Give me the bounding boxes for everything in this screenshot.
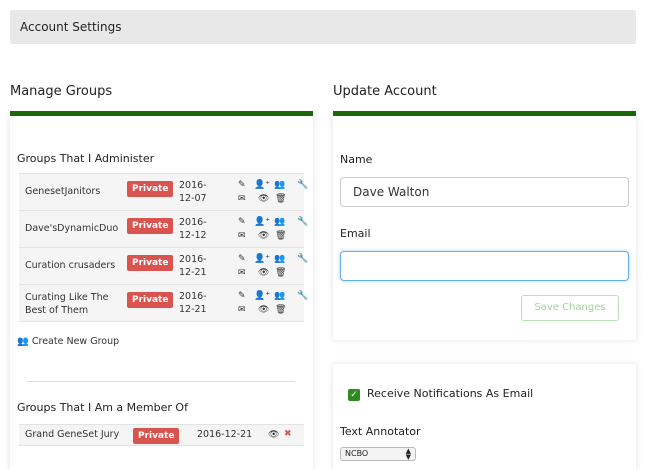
trash-icon[interactable]: 🗑 bbox=[275, 268, 286, 278]
table-row: Curating Like The Best of Them Private 20… bbox=[19, 285, 308, 322]
add-user-icon[interactable]: 👤⁺ bbox=[254, 217, 270, 227]
edit-icon[interactable]: ✎ bbox=[238, 217, 246, 227]
group-name[interactable]: GenesetJanitors bbox=[25, 185, 125, 198]
notifications-checkbox[interactable]: ✓ bbox=[348, 389, 360, 401]
table-row: Curation crusaders Private 2016- 12-21 ✎ … bbox=[19, 248, 308, 285]
status-badge: Private bbox=[127, 255, 174, 271]
group-date: 2016- 12-12 bbox=[179, 217, 207, 241]
envelope-icon[interactable]: ✉ bbox=[238, 305, 246, 315]
page-title: Account Settings bbox=[20, 20, 122, 34]
manage-groups-title: Manage Groups bbox=[10, 84, 113, 99]
email-field[interactable] bbox=[340, 251, 629, 281]
envelope-icon[interactable]: ✉ bbox=[238, 231, 246, 241]
group-date: 2016- 12-07 bbox=[179, 180, 207, 204]
envelope-icon[interactable]: ✉ bbox=[238, 194, 246, 204]
eye-icon[interactable]: 👁 bbox=[258, 231, 269, 241]
trash-icon[interactable]: 🗑 bbox=[275, 305, 286, 315]
row-actions: ✎ 👤⁺ 👥 🔧 ✉ 👁 🗑 bbox=[219, 289, 308, 319]
table-row: Grand GeneSet Jury Private 2016-12-21 👁 … bbox=[19, 425, 304, 445]
text-annotator-select[interactable]: NCBO ▲ ▼ bbox=[340, 447, 416, 461]
add-user-icon[interactable]: 👤⁺ bbox=[254, 291, 270, 301]
wrench-icon[interactable]: 🔧 bbox=[297, 217, 308, 227]
add-user-icon[interactable]: 👤⁺ bbox=[254, 254, 270, 264]
section-divider bbox=[27, 381, 295, 382]
update-account-title: Update Account bbox=[333, 84, 437, 99]
trash-icon[interactable]: 🗑 bbox=[275, 231, 286, 241]
eye-icon[interactable]: 👁 bbox=[258, 305, 269, 315]
edit-icon[interactable]: ✎ bbox=[238, 180, 246, 190]
create-new-group-label: Create New Group bbox=[31, 336, 120, 347]
table-row: Dave'sDynamicDuo Private 2016- 12-12 ✎ 👤⁺… bbox=[19, 211, 308, 248]
group-name[interactable]: Curation crusaders bbox=[25, 259, 125, 272]
group-date: 2016-12-21 bbox=[179, 254, 207, 278]
eye-icon[interactable]: 👁 bbox=[258, 268, 269, 278]
table-row: GenesetJanitors Private 2016- 12-07 ✎ 👤⁺ … bbox=[19, 174, 308, 211]
wrench-icon[interactable]: 🔧 bbox=[297, 254, 308, 264]
group-name[interactable]: Grand GeneSet Jury bbox=[25, 429, 119, 440]
group-date: 2016-12-21 bbox=[197, 429, 253, 440]
envelope-icon[interactable]: ✉ bbox=[238, 268, 246, 278]
create-new-group-link[interactable]: 👥 Create New Group bbox=[17, 336, 119, 347]
status-badge: Private bbox=[127, 181, 174, 197]
eye-icon[interactable]: 👁 bbox=[268, 430, 279, 440]
name-label: Name bbox=[340, 153, 373, 166]
select-arrows-icon: ▲ ▼ bbox=[405, 447, 411, 461]
notifications-label: Receive Notifications As Email bbox=[367, 387, 534, 400]
administer-groups-title: Groups That I Administer bbox=[17, 152, 155, 165]
text-annotator-value: NCBO bbox=[345, 449, 369, 458]
row-actions: ✎ 👤⁺ 👥 🔧 ✉ 👁 🗑 bbox=[219, 252, 308, 282]
edit-icon[interactable]: ✎ bbox=[238, 254, 246, 264]
group-date: 2016-12-21 bbox=[179, 291, 207, 315]
users-icon[interactable]: 👥 bbox=[274, 254, 285, 264]
status-badge: Private bbox=[133, 428, 180, 444]
users-icon[interactable]: 👥 bbox=[274, 217, 285, 227]
row-actions: ✎ 👤⁺ 👥 🔧 ✉ 👁 🗑 bbox=[219, 178, 308, 208]
close-icon[interactable]: ✖ bbox=[284, 429, 292, 439]
users-icon[interactable]: 👥 bbox=[274, 180, 285, 190]
email-label: Email bbox=[340, 227, 371, 240]
administer-groups-table: GenesetJanitors Private 2016- 12-07 ✎ 👤⁺ … bbox=[19, 173, 308, 322]
group-name[interactable]: Dave'sDynamicDuo bbox=[25, 222, 125, 235]
users-icon: 👥 bbox=[17, 336, 29, 347]
status-badge: Private bbox=[127, 292, 174, 308]
trash-icon[interactable]: 🗑 bbox=[275, 194, 286, 204]
edit-icon[interactable]: ✎ bbox=[238, 291, 246, 301]
text-annotator-label: Text Annotator bbox=[340, 425, 421, 438]
group-name[interactable]: Curating Like The Best of Them bbox=[25, 291, 125, 317]
wrench-icon[interactable]: 🔧 bbox=[297, 180, 308, 190]
name-field[interactable] bbox=[340, 177, 629, 207]
page-header: Account Settings bbox=[10, 10, 636, 44]
member-groups-table: Grand GeneSet Jury Private 2016-12-21 👁 … bbox=[19, 424, 304, 446]
member-groups-title: Groups That I Am a Member Of bbox=[17, 401, 188, 414]
save-button[interactable]: Save Changes bbox=[521, 295, 619, 321]
status-badge: Private bbox=[127, 218, 174, 234]
add-user-icon[interactable]: 👤⁺ bbox=[254, 180, 270, 190]
eye-icon[interactable]: 👁 bbox=[258, 194, 269, 204]
users-icon[interactable]: 👥 bbox=[274, 291, 285, 301]
row-actions: ✎ 👤⁺ 👥 🔧 ✉ 👁 🗑 bbox=[219, 215, 308, 245]
wrench-icon[interactable]: 🔧 bbox=[297, 291, 308, 301]
